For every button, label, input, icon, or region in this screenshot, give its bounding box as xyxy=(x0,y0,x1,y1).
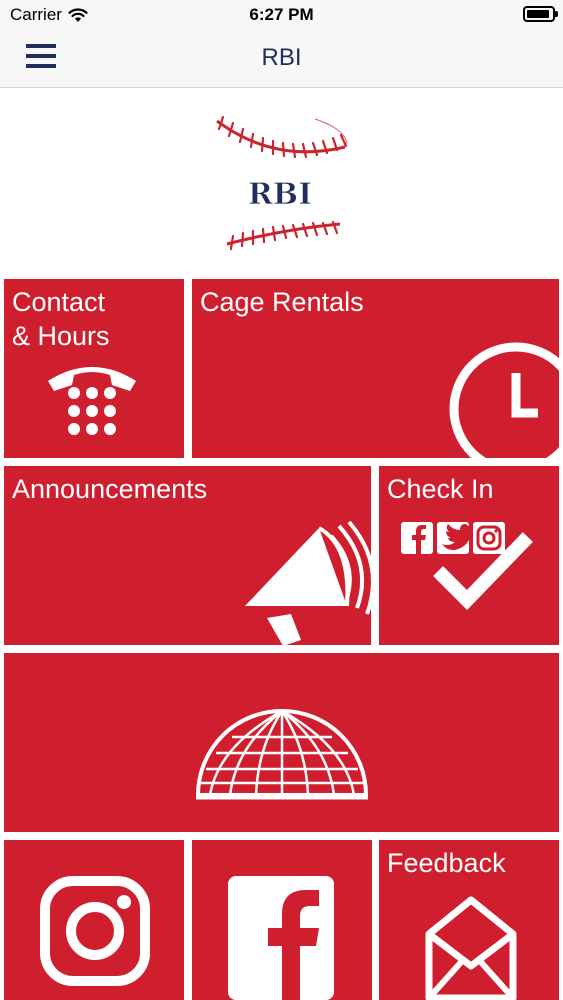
feedback-tile[interactable]: Feedback xyxy=(379,840,559,1000)
check-in-tile[interactable]: Check In xyxy=(379,466,559,645)
battery-icon xyxy=(523,6,558,22)
navigation-bar: RBI xyxy=(0,30,563,88)
page-title: RBI xyxy=(261,44,302,71)
dome-icon xyxy=(195,709,369,800)
contact-hours-tile[interactable]: Contact & Hours xyxy=(4,279,184,458)
contact-label-line2: & Hours xyxy=(12,321,110,351)
cage-rentals-label: Cage Rentals xyxy=(200,287,364,317)
clock-icon xyxy=(449,342,559,458)
social-check-icon xyxy=(401,522,533,610)
contact-hours-label: Contact & Hours xyxy=(12,285,110,353)
status-bar: Carrier 6:27 PM xyxy=(0,0,563,30)
announcements-tile[interactable]: Announcements xyxy=(4,466,371,645)
announcements-label: Announcements xyxy=(12,474,208,504)
battery-fill xyxy=(527,10,549,18)
telephone-icon xyxy=(48,367,136,435)
check-in-label: Check In xyxy=(387,474,494,504)
contact-label-line1: Contact xyxy=(12,287,106,317)
logo-area: RBI xyxy=(0,89,563,277)
feedback-label: Feedback xyxy=(387,848,506,878)
status-time: 6:27 PM xyxy=(249,5,314,24)
cage-rentals-tile[interactable]: Cage Rentals xyxy=(192,279,559,458)
facebook-tile[interactable] xyxy=(192,840,372,1000)
envelope-icon xyxy=(425,896,517,1000)
logo-text: RBI xyxy=(248,177,312,212)
baseball-logo: RBI xyxy=(216,115,348,251)
instagram-tile[interactable] xyxy=(4,840,184,1000)
megaphone-icon xyxy=(245,520,371,645)
facebook-icon xyxy=(228,876,334,1000)
dome-tile[interactable] xyxy=(4,653,559,832)
instagram-icon xyxy=(40,876,150,986)
